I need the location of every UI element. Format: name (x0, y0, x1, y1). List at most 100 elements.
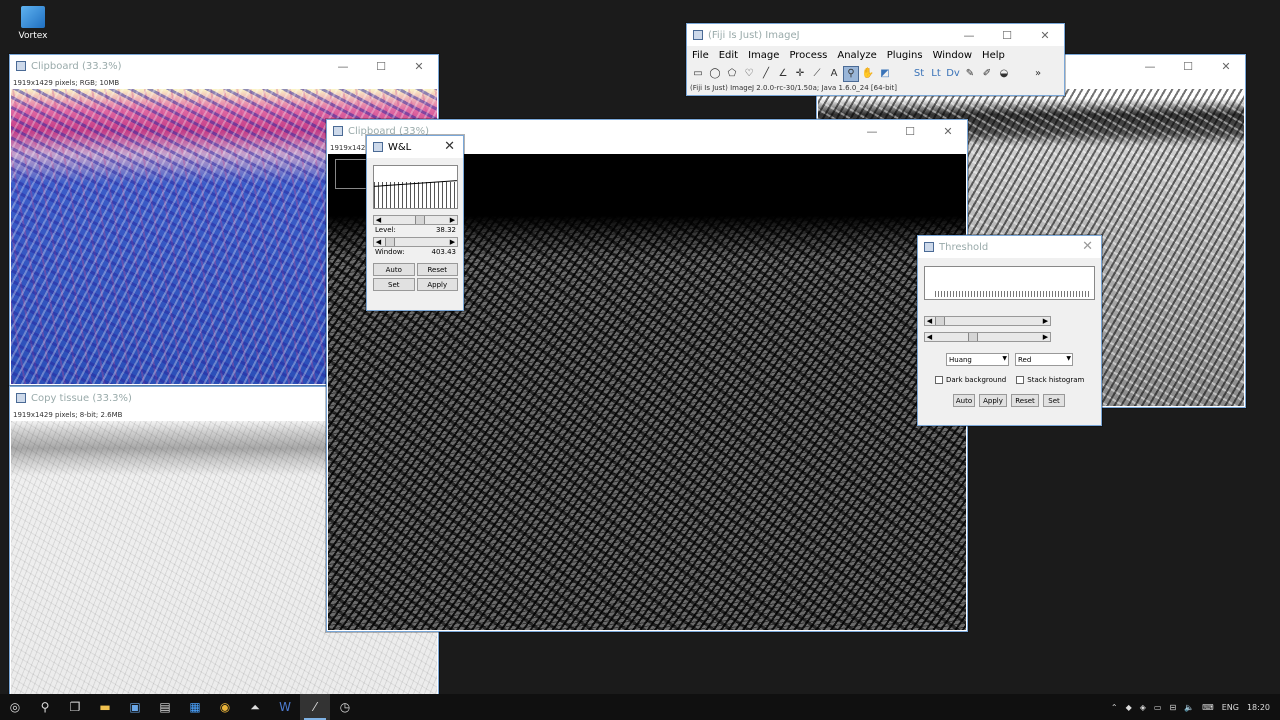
imagej-main-window[interactable]: (Fiji Is Just) ImageJ — ☐ ✕ File Edit Im… (686, 23, 1065, 96)
slider-right-arrow-icon[interactable]: ▶ (1041, 332, 1050, 342)
clock-app-icon[interactable]: ◷ (330, 694, 360, 720)
clipboard-rgb-titlebar[interactable]: Clipboard (33.3%) — ☐ ✕ (10, 55, 438, 77)
maximize-button[interactable]: ☐ (891, 120, 929, 142)
developer-tool-icon[interactable]: Dv (945, 66, 961, 82)
language-indicator[interactable]: ENG (1218, 703, 1243, 712)
text-tool-icon[interactable]: A (826, 66, 842, 82)
notepad-icon[interactable]: ▤ (150, 694, 180, 720)
menu-window[interactable]: Window (928, 50, 977, 61)
window-slider[interactable]: ◀ ▶ (373, 237, 458, 247)
search-icon[interactable]: ⚲ (30, 694, 60, 720)
threshold-method-select[interactable]: Huang ▼ (946, 353, 1009, 366)
pencil-tool-icon[interactable]: ✐ (979, 66, 995, 82)
wand-tool-icon[interactable]: ⟋ (809, 66, 825, 82)
keyboard-icon[interactable]: ⌨ (1198, 703, 1218, 712)
minimize-button[interactable]: — (950, 24, 988, 46)
threshold-min-slider[interactable]: ◀ ▶ (924, 316, 1051, 326)
taskbar-app-icon[interactable]: ⏶ (240, 694, 270, 720)
slider-right-arrow-icon[interactable]: ▶ (448, 215, 457, 225)
imagej-titlebar[interactable]: (Fiji Is Just) ImageJ — ☐ ✕ (687, 24, 1064, 46)
wl-apply-button[interactable]: Apply (416, 278, 458, 291)
wl-dialog[interactable]: W&L ✕ ◀ ▶ Level: 38.32 ◀ ▶ Window: 403.4… (366, 135, 464, 311)
oval-tool-icon[interactable]: ◯ (707, 66, 723, 82)
slider-right-arrow-icon[interactable]: ▶ (448, 237, 457, 247)
color-picker-icon[interactable]: ◩ (877, 66, 893, 82)
wl-reset-button[interactable]: Reset (416, 263, 458, 276)
menu-analyze[interactable]: Analyze (832, 50, 881, 61)
menu-help[interactable]: Help (977, 50, 1010, 61)
slider-left-arrow-icon[interactable]: ◀ (925, 332, 934, 342)
checkbox-box[interactable] (1016, 376, 1025, 384)
threshold-max-slider[interactable]: ◀ ▶ (924, 332, 1051, 342)
slider-left-arrow-icon[interactable]: ◀ (374, 215, 383, 225)
start-button[interactable]: ◎ (0, 694, 30, 720)
close-button[interactable]: ✕ (444, 139, 455, 154)
more-tools-icon[interactable]: » (1030, 66, 1046, 82)
angle-tool-icon[interactable]: ∠ (775, 66, 791, 82)
maximize-button[interactable]: ☐ (362, 55, 400, 77)
desktop-icon-vortex[interactable]: Vortex (12, 6, 54, 41)
menu-image[interactable]: Image (743, 50, 784, 61)
wl-auto-button[interactable]: Auto (373, 263, 415, 276)
wl-titlebar[interactable]: W&L ✕ (367, 136, 463, 158)
line-tool-icon[interactable]: ╱ (758, 66, 774, 82)
menu-plugins[interactable]: Plugins (882, 50, 928, 61)
stack-histogram-checkbox[interactable]: Stack histogram (1016, 376, 1084, 384)
slider-left-arrow-icon[interactable]: ◀ (925, 316, 934, 326)
threshold-dialog[interactable]: Threshold ✕ ◀ ▶ ◀ ▶ Huang ▼ Red ▼ Dark b… (917, 235, 1102, 426)
dark-background-checkbox[interactable]: Dark background (935, 376, 1006, 384)
network-icon[interactable]: ⊟ (1165, 703, 1180, 712)
menu-edit[interactable]: Edit (714, 50, 743, 61)
threshold-set-button[interactable]: Set (1043, 394, 1065, 407)
stacks-tool-icon[interactable]: St (911, 66, 927, 82)
wl-set-button[interactable]: Set (373, 278, 415, 291)
close-button[interactable]: ✕ (1026, 24, 1064, 46)
lut-tool-icon[interactable]: Lt (928, 66, 944, 82)
threshold-titlebar[interactable]: Threshold ✕ (918, 236, 1101, 258)
slider-thumb[interactable] (385, 238, 395, 246)
checkbox-box[interactable] (935, 376, 943, 384)
chevron-up-icon[interactable]: ⌃ (1107, 703, 1122, 712)
threshold-auto-button[interactable]: Auto (953, 394, 975, 407)
freehand-tool-icon[interactable]: ♡ (741, 66, 757, 82)
menu-process[interactable]: Process (784, 50, 832, 61)
flood-fill-tool-icon[interactable]: ◒ (996, 66, 1012, 82)
volume-icon[interactable]: 🔈 (1180, 703, 1198, 712)
level-slider[interactable]: ◀ ▶ (373, 215, 458, 225)
rectangle-tool-icon[interactable]: ▭ (690, 66, 706, 82)
task-view-icon[interactable]: ❐ (60, 694, 90, 720)
slider-thumb[interactable] (935, 317, 945, 325)
slider-left-arrow-icon[interactable]: ◀ (374, 237, 383, 247)
close-button[interactable]: ✕ (400, 55, 438, 77)
close-button[interactable]: ✕ (1207, 55, 1245, 77)
tray-app-icon[interactable]: ◈ (1136, 703, 1150, 712)
slider-thumb[interactable] (415, 216, 425, 224)
tray-app-icon[interactable]: ◆ (1122, 703, 1136, 712)
minimize-button[interactable]: — (1131, 55, 1169, 77)
point-tool-icon[interactable]: ✛ (792, 66, 808, 82)
menu-file[interactable]: File (687, 50, 714, 61)
roi-rectangle[interactable] (335, 159, 367, 189)
close-button[interactable]: ✕ (929, 120, 967, 142)
slider-thumb[interactable] (968, 333, 978, 341)
clock[interactable]: 18:20 (1243, 703, 1280, 712)
hand-tool-icon[interactable]: ✋ (860, 66, 876, 82)
imagej-taskbar-icon[interactable]: ⁄ (300, 694, 330, 720)
maximize-button[interactable]: ☐ (1169, 55, 1207, 77)
brush-tool-icon[interactable]: ✎ (962, 66, 978, 82)
file-explorer-icon[interactable]: ▬ (90, 694, 120, 720)
close-button[interactable]: ✕ (1082, 239, 1093, 254)
minimize-button[interactable]: — (853, 120, 891, 142)
action-center-icon[interactable]: ▭ (1150, 703, 1166, 712)
word-icon[interactable]: W (270, 694, 300, 720)
minimize-button[interactable]: — (324, 55, 362, 77)
magnifier-tool-icon[interactable]: ⚲ (843, 65, 859, 82)
store-icon[interactable]: ▦ (180, 694, 210, 720)
threshold-reset-button[interactable]: Reset (1011, 394, 1039, 407)
maximize-button[interactable]: ☐ (988, 24, 1026, 46)
taskbar-app-icon[interactable]: ▣ (120, 694, 150, 720)
threshold-color-select[interactable]: Red ▼ (1015, 353, 1073, 366)
threshold-apply-button[interactable]: Apply (979, 394, 1007, 407)
slider-right-arrow-icon[interactable]: ▶ (1041, 316, 1050, 326)
polygon-tool-icon[interactable]: ⬠ (724, 66, 740, 82)
